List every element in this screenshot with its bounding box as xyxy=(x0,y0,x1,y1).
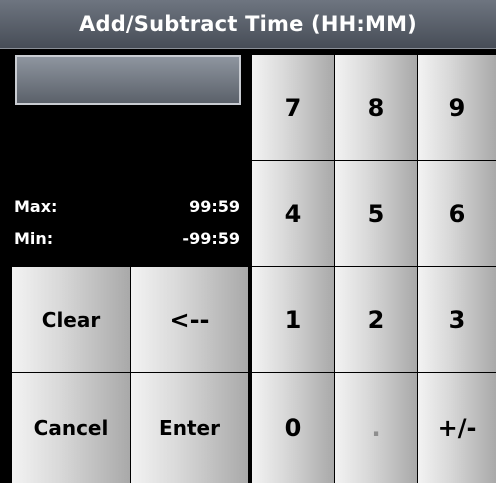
dialog-window: Add/Subtract Time (HH:MM) Max: 99:59 Min… xyxy=(0,0,496,483)
value-display xyxy=(15,55,241,105)
key-1[interactable]: 1 xyxy=(252,267,334,372)
key-3[interactable]: 3 xyxy=(418,267,496,372)
min-row: Min: -99:59 xyxy=(14,229,240,248)
key-7[interactable]: 7 xyxy=(252,55,334,160)
max-row: Max: 99:59 xyxy=(14,197,240,216)
key-2[interactable]: 2 xyxy=(335,267,417,372)
key-5[interactable]: 5 xyxy=(335,161,417,266)
key-6[interactable]: 6 xyxy=(418,161,496,266)
key-9[interactable]: 9 xyxy=(418,55,496,160)
sign-toggle-key[interactable]: +/- xyxy=(418,373,496,483)
key-8[interactable]: 8 xyxy=(335,55,417,160)
decimal-key: . xyxy=(335,373,417,483)
key-4[interactable]: 4 xyxy=(252,161,334,266)
backspace-button[interactable]: <-- xyxy=(131,267,248,372)
max-value: 99:59 xyxy=(189,197,240,216)
max-label: Max: xyxy=(14,197,58,216)
enter-button[interactable]: Enter xyxy=(131,373,248,483)
clear-button[interactable]: Clear xyxy=(12,267,130,372)
min-label: Min: xyxy=(14,229,54,248)
cancel-button[interactable]: Cancel xyxy=(12,373,130,483)
min-value: -99:59 xyxy=(182,229,240,248)
key-0[interactable]: 0 xyxy=(252,373,334,483)
dialog-title: Add/Subtract Time (HH:MM) xyxy=(0,0,496,49)
